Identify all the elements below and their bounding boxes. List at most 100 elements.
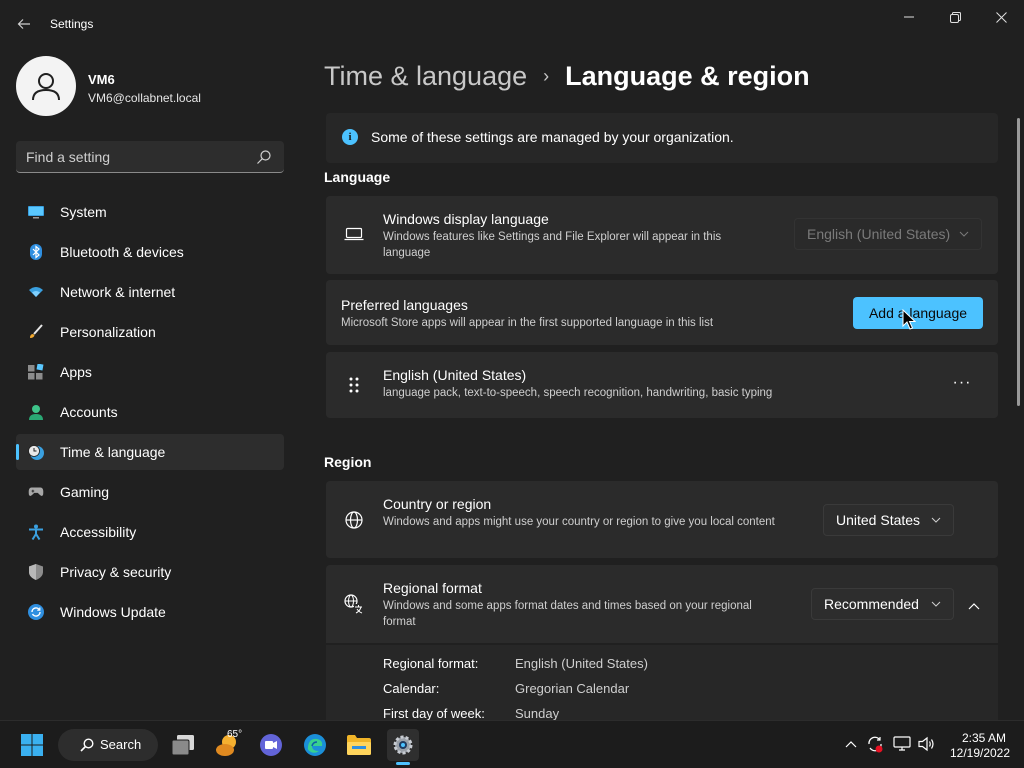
regional-format-subtitle: Windows and some apps format dates and t… xyxy=(383,600,752,628)
apps-icon xyxy=(28,364,44,380)
sidebar-item-gaming[interactable]: Gaming xyxy=(16,474,284,510)
dropdown-value: Recommended xyxy=(824,596,919,612)
region-section-title: Region xyxy=(324,454,372,470)
tray-overflow-button[interactable] xyxy=(842,735,860,753)
installed-language-subtitle: language pack, text-to-speech, speech re… xyxy=(383,387,773,399)
taskbar-search[interactable]: Search xyxy=(58,729,158,761)
regional-format-details: Regional format: English (United States)… xyxy=(326,645,998,721)
display-language-card: Windows display language Windows feature… xyxy=(326,196,998,274)
chat-button[interactable] xyxy=(255,729,287,761)
dropdown-value: English (United States) xyxy=(807,226,951,242)
window-title: Settings xyxy=(50,17,94,31)
chevron-down-icon xyxy=(959,231,969,237)
info-text: Some of these settings are managed by yo… xyxy=(371,129,734,145)
profile-email: VM6@collabnet.local xyxy=(88,91,201,105)
country-region-dropdown[interactable]: United States xyxy=(823,504,954,536)
sidebar-item-system[interactable]: System xyxy=(16,194,284,230)
chevron-down-icon xyxy=(931,601,941,607)
close-button[interactable] xyxy=(978,6,1024,28)
breadcrumb: Time & language › Language & region xyxy=(324,58,810,94)
detail-label: Regional format: xyxy=(383,656,479,671)
sidebar-item-accessibility[interactable]: Accessibility xyxy=(16,514,284,550)
sidebar-nav: System Bluetooth & devices Network & int… xyxy=(16,194,284,634)
sidebar-item-bluetooth[interactable]: Bluetooth & devices xyxy=(16,234,284,270)
regional-format-dropdown[interactable]: Recommended xyxy=(811,588,954,620)
settings-search[interactable] xyxy=(16,141,284,173)
preferred-languages-title: Preferred languages xyxy=(341,297,468,313)
taskbar-date[interactable]: 12/19/2022 xyxy=(944,746,1016,760)
user-icon xyxy=(32,73,60,101)
sync-status-button[interactable] xyxy=(866,735,884,753)
taskbar: Search 65° 2:35 AM 12/19/2022 xyxy=(0,720,1024,768)
minimize-button[interactable] xyxy=(886,6,932,28)
sync-error-icon xyxy=(868,736,883,753)
add-language-button[interactable]: Add a language xyxy=(853,297,983,329)
detail-value: English (United States) xyxy=(515,656,648,671)
title-bar: Settings xyxy=(0,0,1024,48)
brush-icon xyxy=(28,324,44,340)
file-explorer-button[interactable] xyxy=(343,729,375,761)
sidebar-item-label: Privacy & security xyxy=(60,564,172,580)
monitor-icon xyxy=(28,204,44,220)
bluetooth-icon xyxy=(28,244,44,260)
display-language-dropdown[interactable]: English (United States) xyxy=(794,218,982,250)
search-input[interactable] xyxy=(26,141,246,172)
profile-name: VM6 xyxy=(88,72,115,87)
chevron-up-icon xyxy=(968,603,980,610)
sidebar-item-label: Gaming xyxy=(60,484,110,500)
sidebar-item-label: Network & internet xyxy=(60,284,176,300)
sidebar-item-personalization[interactable]: Personalization xyxy=(16,314,284,350)
edge-icon xyxy=(304,734,326,756)
installed-language-card[interactable]: English (United States) language pack, t… xyxy=(326,352,998,418)
sidebar-item-label: Personalization xyxy=(60,324,156,340)
gamepad-icon xyxy=(28,484,44,500)
restore-button[interactable] xyxy=(932,6,978,28)
country-region-title: Country or region xyxy=(383,496,492,512)
user-profile[interactable]: VM6 VM6@collabnet.local xyxy=(16,56,286,118)
mouse-cursor-icon xyxy=(902,309,916,330)
sidebar-item-time-language[interactable]: Time & language xyxy=(16,434,284,470)
search-icon xyxy=(257,150,271,164)
weather-temperature: 65° xyxy=(227,729,243,740)
volume-button[interactable] xyxy=(918,735,936,753)
windows-logo-icon xyxy=(21,734,43,756)
page-title: Language & region xyxy=(565,60,810,91)
task-view-button[interactable] xyxy=(167,729,199,761)
minimize-icon xyxy=(904,16,914,18)
sidebar-item-accounts[interactable]: Accounts xyxy=(16,394,284,430)
sidebar-item-network[interactable]: Network & internet xyxy=(16,274,284,310)
restore-icon xyxy=(949,11,961,23)
network-status-button[interactable] xyxy=(893,735,911,753)
sidebar-item-label: Bluetooth & devices xyxy=(60,244,184,260)
managed-info-bar: i Some of these settings are managed by … xyxy=(326,113,998,163)
speaker-icon xyxy=(918,736,934,752)
avatar xyxy=(16,56,76,116)
clock-globe-icon xyxy=(28,444,44,460)
start-button[interactable] xyxy=(16,729,48,761)
sidebar-item-windows-update[interactable]: Windows Update xyxy=(16,594,284,630)
info-icon: i xyxy=(342,129,358,145)
breadcrumb-separator: › xyxy=(543,65,550,86)
gear-icon xyxy=(393,735,413,755)
language-format-icon xyxy=(344,594,364,614)
display-language-subtitle: Windows features like Settings and File … xyxy=(383,231,722,259)
settings-app-button[interactable] xyxy=(387,729,419,765)
laptop-icon xyxy=(344,224,364,244)
sidebar-item-apps[interactable]: Apps xyxy=(16,354,284,390)
folder-icon xyxy=(347,735,371,755)
taskbar-search-label: Search xyxy=(100,737,142,752)
sidebar-item-privacy[interactable]: Privacy & security xyxy=(16,554,284,590)
breadcrumb-parent[interactable]: Time & language xyxy=(324,61,527,92)
edge-browser-button[interactable] xyxy=(299,729,331,761)
more-options-button[interactable]: ··· xyxy=(950,374,974,394)
globe-icon xyxy=(344,510,364,530)
scrollbar[interactable] xyxy=(1017,118,1020,406)
regional-format-title: Regional format xyxy=(383,580,482,596)
drag-handle-icon[interactable] xyxy=(344,375,364,395)
country-region-subtitle: Windows and apps might use your country … xyxy=(383,516,775,528)
back-button[interactable] xyxy=(12,12,36,36)
collapse-button[interactable] xyxy=(962,595,986,619)
display-language-title: Windows display language xyxy=(383,211,549,227)
taskbar-time[interactable]: 2:35 AM xyxy=(952,731,1016,745)
sidebar-item-label: Accessibility xyxy=(60,524,137,540)
